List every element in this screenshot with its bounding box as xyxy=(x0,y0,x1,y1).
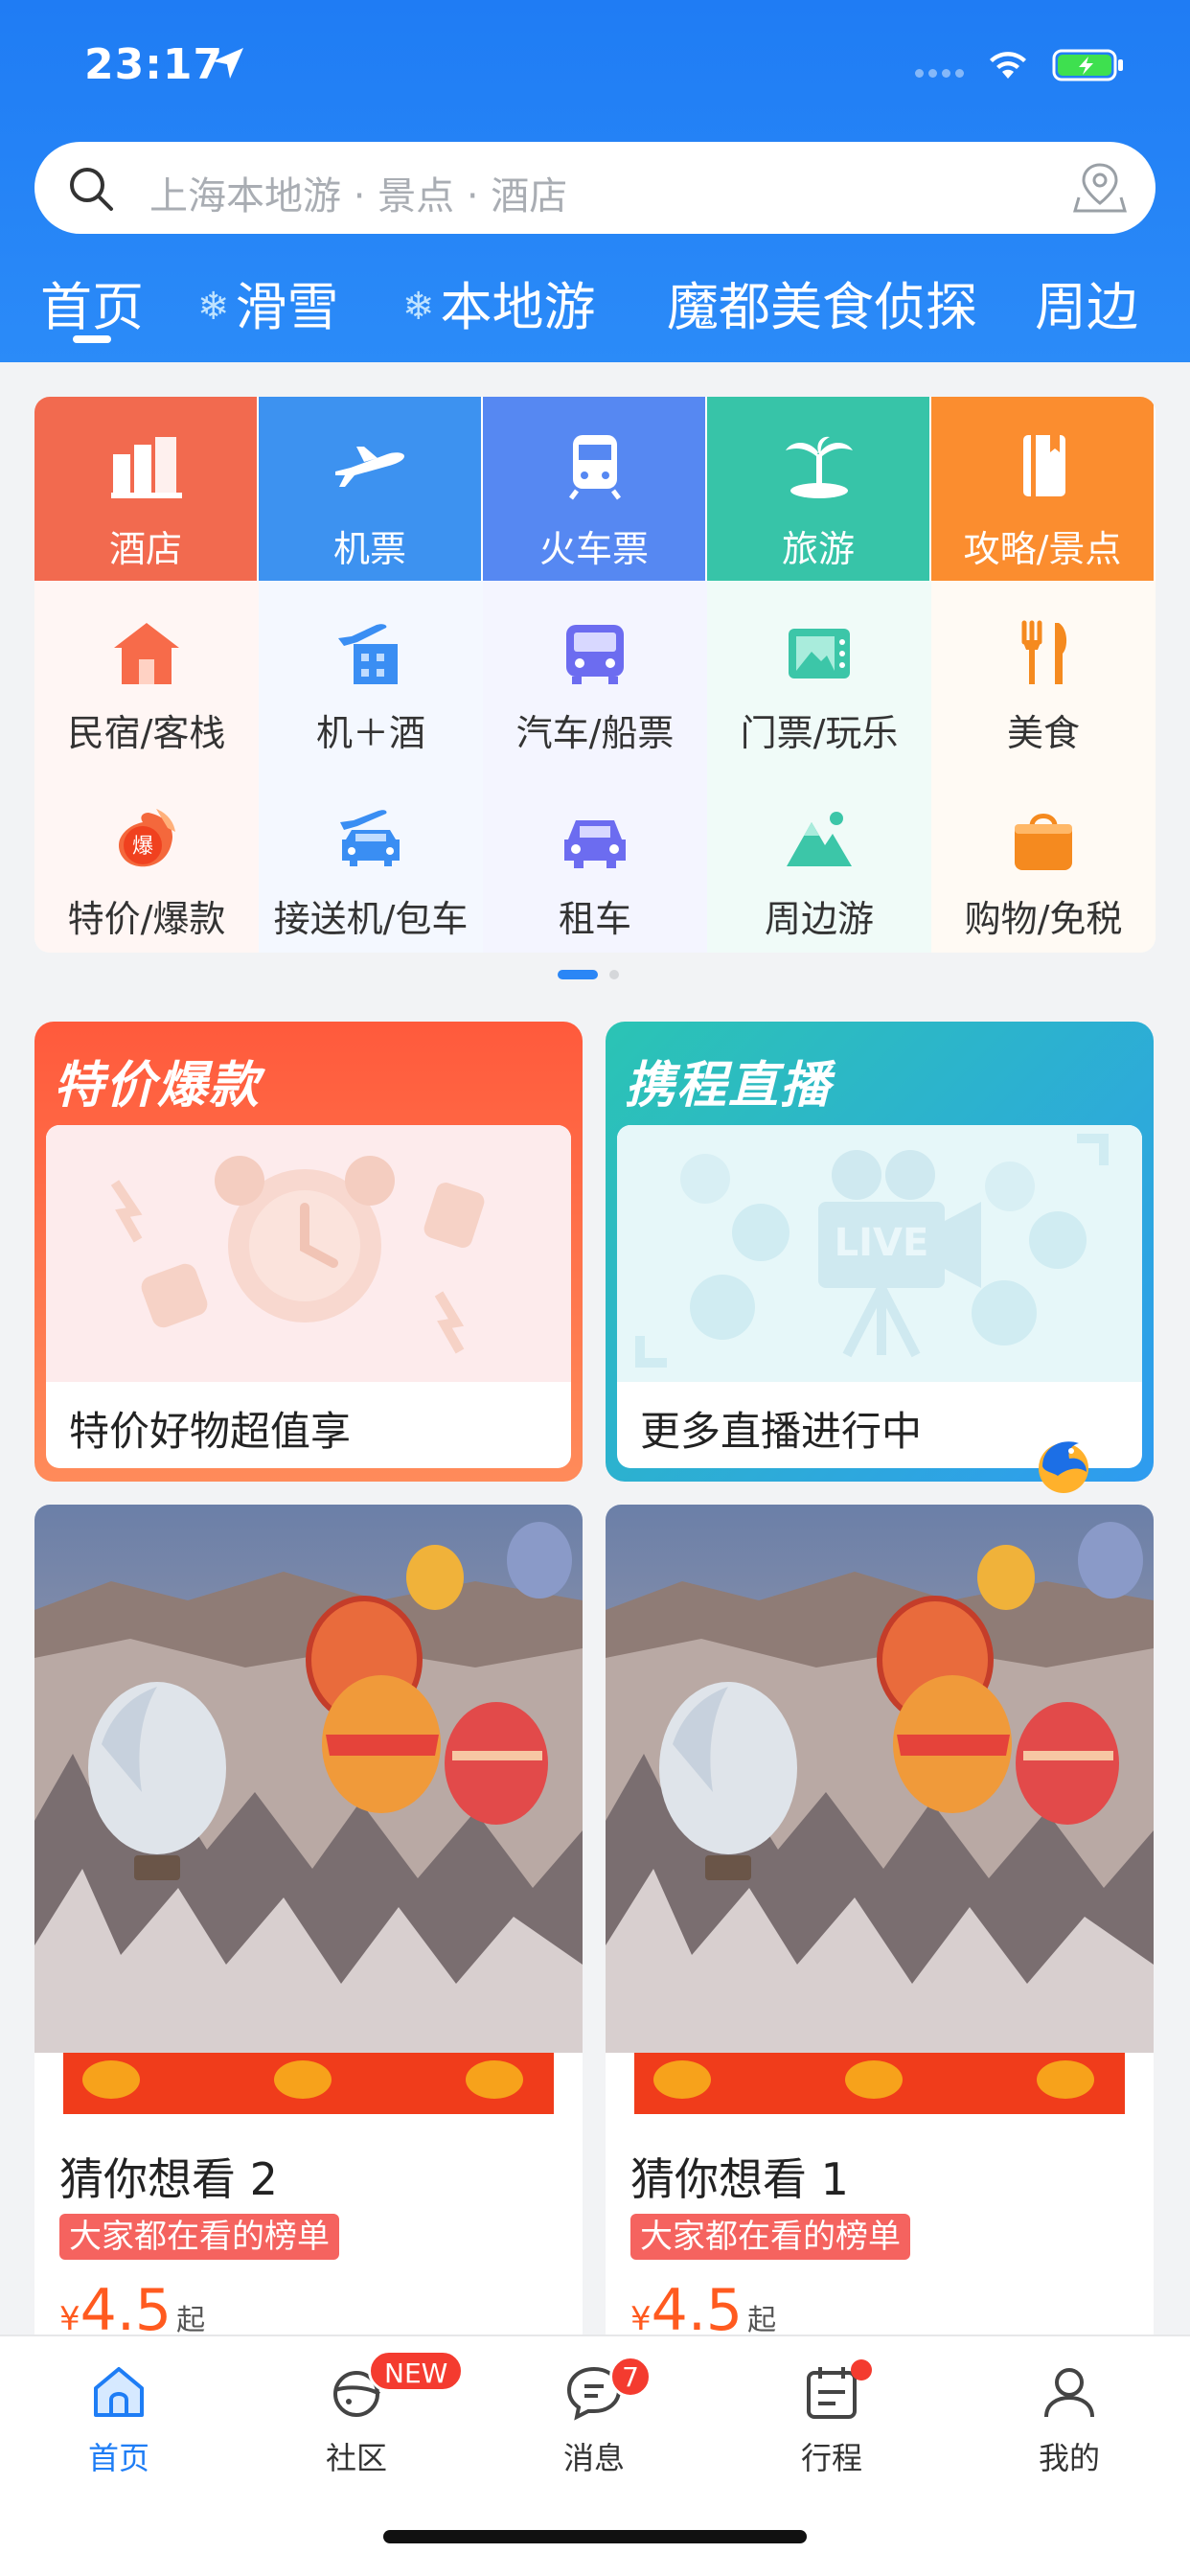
battery-icon xyxy=(1052,49,1123,81)
category-airport-transfer[interactable]: 接送机/包车 xyxy=(259,767,483,953)
feed-card[interactable]: 猜你想看 1 大家都在看的榜单 ¥4.5 起 xyxy=(606,1505,1154,2348)
snowflake-icon: ❄ xyxy=(197,285,230,329)
svg-text:爆: 爆 xyxy=(132,835,153,859)
alarm-clock-illustration xyxy=(46,1125,571,1382)
tab-home[interactable]: 首页 xyxy=(40,264,144,340)
fork-knife-icon xyxy=(1021,620,1067,684)
signal-icon xyxy=(915,63,969,81)
feed-card-title: 猜你想看 2 xyxy=(59,2153,278,2205)
promo-banner-strip xyxy=(63,2053,554,2114)
notification-dot xyxy=(851,2359,872,2380)
status-bar: 23:17 xyxy=(0,34,1190,92)
promo-banner-strip xyxy=(634,2053,1125,2114)
flight-hotel-icon xyxy=(338,624,398,684)
app-header: 23:17 上海本地游 · 景点 · 酒店 首页 ❄ 滑雪 ❄ 本地游 魔都美食… xyxy=(0,0,1190,362)
promo-title: 携程直播 xyxy=(625,1057,833,1115)
promo-caption: 特价好物超值享 xyxy=(69,1408,352,1455)
tab-food-detective[interactable]: 魔都美食侦探 xyxy=(667,264,977,340)
category-hot-deals[interactable]: 爆 特价/爆款 xyxy=(34,767,259,953)
feed-card-tag: 大家都在看的榜单 xyxy=(59,2214,339,2260)
top-tab-bar: 首页 ❄ 滑雪 ❄ 本地游 魔都美食侦探 周边 xyxy=(0,264,1190,341)
tab-nearby[interactable]: 周边 xyxy=(1035,264,1138,340)
live-camera-illustration: LIVE xyxy=(617,1125,1142,1382)
hot-air-balloon-photo xyxy=(34,1505,583,2053)
category-train[interactable]: 火车票 xyxy=(483,397,705,581)
mountain-icon xyxy=(787,812,852,866)
wifi-icon xyxy=(990,52,1026,79)
tab-indicator xyxy=(73,335,111,343)
unread-count-badge: 7 xyxy=(609,2356,652,2398)
airport-transfer-icon xyxy=(340,810,400,866)
category-flight-hotel[interactable]: 机＋酒 xyxy=(259,581,483,767)
car-rental-icon xyxy=(564,820,626,868)
bottom-tab-itinerary[interactable]: 行程 xyxy=(765,2359,899,2478)
home-indicator xyxy=(383,2530,807,2543)
tab-skiing[interactable]: ❄ 滑雪 xyxy=(197,264,339,340)
category-food[interactable]: 美食 xyxy=(931,581,1156,767)
shopping-bag-icon xyxy=(1015,814,1072,870)
category-grid: 酒店 机票 火车票 旅游 攻略/景点 民宿/客栈 机＋酒 汽车/船票 门票/玩乐… xyxy=(34,397,1156,953)
category-car-rental[interactable]: 租车 xyxy=(483,767,707,953)
bottom-tab-messages[interactable]: 7 消息 xyxy=(527,2356,661,2478)
ticket-icon xyxy=(789,629,850,678)
promo-hot-deals[interactable]: 特价爆款 特价好物超值享 xyxy=(34,1022,583,1482)
status-time: 23:17 xyxy=(84,40,224,89)
search-placeholder: 上海本地游 · 景点 · 酒店 xyxy=(149,174,568,218)
feed-card-title: 猜你想看 1 xyxy=(630,2153,849,2205)
category-nearby-tour[interactable]: 周边游 xyxy=(707,767,931,953)
category-hotel[interactable]: 酒店 xyxy=(34,397,257,581)
palm-tree-icon xyxy=(786,436,853,498)
tab-local-tour[interactable]: ❄ 本地游 xyxy=(402,264,596,340)
guide-book-icon xyxy=(1023,435,1065,496)
carousel-dot xyxy=(609,970,619,979)
dolphin-mascot-icon[interactable] xyxy=(1029,1430,1098,1499)
promo-title: 特价爆款 xyxy=(54,1057,262,1115)
promo-body: 特价好物超值享 xyxy=(46,1125,571,1468)
feed-card-tag: 大家都在看的榜单 xyxy=(630,2214,910,2260)
location-arrow-icon xyxy=(213,48,243,79)
new-badge: NEW xyxy=(368,2350,465,2392)
hotel-icon xyxy=(111,437,182,498)
promo-live-stream[interactable]: 携程直播 LIVE 更多直播进行中 xyxy=(606,1022,1154,1482)
snowflake-icon: ❄ xyxy=(402,285,435,329)
main-category-row: 酒店 机票 火车票 旅游 攻略/景点 xyxy=(34,397,1156,581)
airplane-icon xyxy=(335,447,404,487)
feed-card[interactable]: 猜你想看 2 大家都在看的榜单 ¥4.5 起 xyxy=(34,1505,583,2348)
category-travel[interactable]: 旅游 xyxy=(707,397,929,581)
hot-air-balloon-photo xyxy=(606,1505,1154,2053)
category-flight[interactable]: 机票 xyxy=(259,397,481,581)
category-bus-ferry[interactable]: 汽车/船票 xyxy=(483,581,707,767)
carousel-dot-active xyxy=(558,970,598,979)
svg-text:LIVE: LIVE xyxy=(835,1221,929,1265)
homestay-icon xyxy=(114,623,179,684)
category-guide[interactable]: 攻略/景点 xyxy=(931,397,1154,581)
bottom-tab-profile[interactable]: 我的 xyxy=(1002,2361,1136,2478)
map-pin-icon[interactable] xyxy=(1071,159,1129,217)
promo-caption: 更多直播进行中 xyxy=(640,1408,923,1455)
bottom-tab-home[interactable]: 首页 xyxy=(52,2361,186,2478)
home-icon xyxy=(94,2367,144,2417)
bottom-tab-community[interactable]: NEW 社区 xyxy=(289,2350,465,2478)
train-icon xyxy=(569,435,621,500)
bus-icon xyxy=(566,625,624,684)
search-bar[interactable]: 上海本地游 · 景点 · 酒店 xyxy=(34,142,1156,234)
category-shopping[interactable]: 购物/免税 xyxy=(931,767,1156,953)
hot-deal-icon: 爆 xyxy=(118,809,175,867)
search-icon xyxy=(70,168,113,211)
category-homestay[interactable]: 民宿/客栈 xyxy=(34,581,259,767)
promo-body: LIVE 更多直播进行中 xyxy=(617,1125,1142,1468)
category-tickets-fun[interactable]: 门票/玩乐 xyxy=(707,581,931,767)
profile-icon xyxy=(1044,2368,1094,2418)
